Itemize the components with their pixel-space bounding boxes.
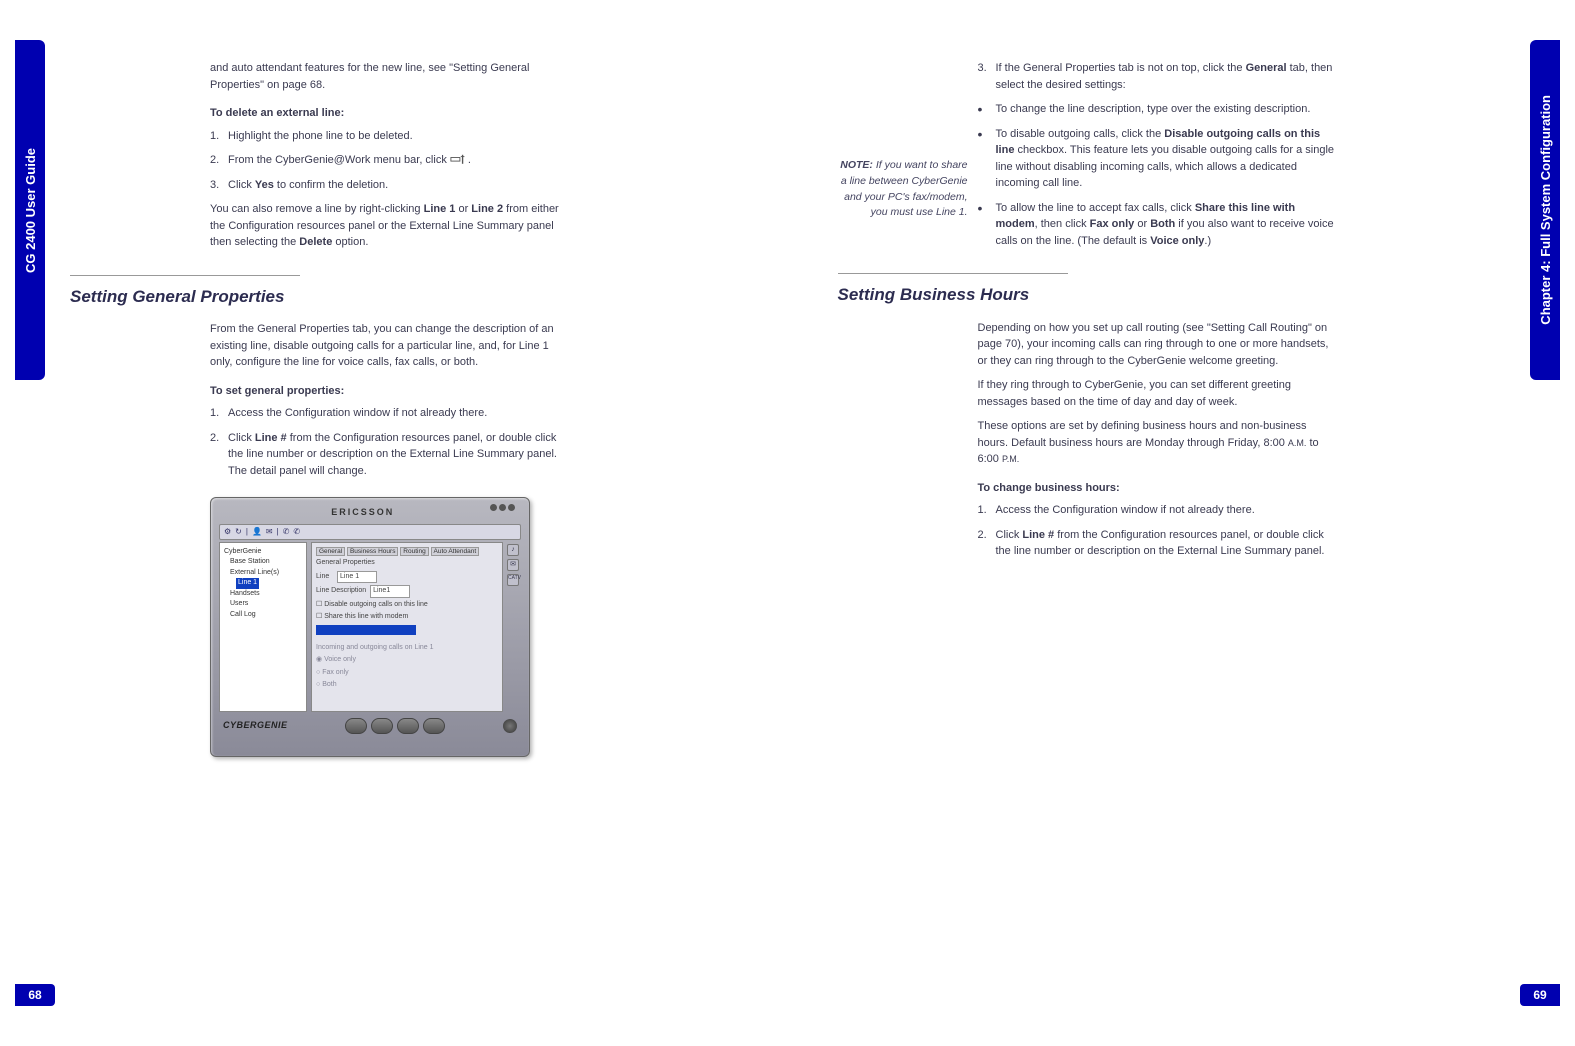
delete-step-3: 3. Click Yes to confirm the deletion.	[210, 177, 570, 194]
change-step-1: 1. Access the Configuration window if no…	[978, 502, 1338, 519]
figure-toolbar: ⚙ ↻ | 👤 ✉ | ✆ ✆	[219, 524, 521, 540]
delete-step-2: 2. From the CyberGenie@Work menu bar, cl…	[210, 152, 570, 169]
right-page-number: 69	[1520, 984, 1560, 1006]
figure-selection-bar	[316, 625, 416, 635]
delete-note-paragraph: You can also remove a line by right-clic…	[210, 201, 570, 251]
business-hours-p3: These options are set by defining busine…	[978, 418, 1338, 468]
toolbar-icon: |	[277, 526, 279, 538]
left-page-number: 68	[15, 984, 55, 1006]
toolbar-icon: ✆	[293, 526, 300, 538]
figure-footer: CYBERGENIE	[219, 718, 521, 734]
margin-note: NOTE: If you want to share a line betwee…	[833, 158, 968, 221]
business-hours-p2: If they ring through to CyberGenie, you …	[978, 377, 1338, 410]
config-window-screenshot: ERICSSON ⚙ ↻ | 👤 ✉ | ✆ ✆ CyberGenie	[210, 497, 530, 757]
left-content: and auto attendant features for the new …	[210, 60, 570, 757]
set-step-1: 1. Access the Configuration window if no…	[210, 405, 570, 422]
toolbar-icon: ✉	[266, 526, 273, 538]
change-hours-heading: To change business hours:	[978, 480, 1338, 497]
bullet-disable-outgoing: • To disable outgoing calls, click the D…	[978, 126, 1338, 192]
figure-footer-buttons	[345, 718, 445, 734]
left-tab-label: CG 2400 User Guide	[23, 148, 38, 273]
toolbar-icon: ✆	[283, 526, 290, 538]
section-title-business-hours: Setting Business Hours	[838, 282, 1338, 308]
toolbar-icon: ⚙	[224, 526, 231, 538]
delete-step-1: 1. Highlight the phone line to be delete…	[210, 128, 570, 145]
section1-paragraph: From the General Properties tab, you can…	[210, 321, 570, 371]
figure-tree: CyberGenie Base Station External Line(s)…	[219, 542, 307, 712]
delete-heading: To delete an external line:	[210, 105, 570, 122]
figure-tabs: General Business Hours Routing Auto Atte…	[316, 547, 498, 557]
business-hours-p1: Depending on how you set up call routing…	[978, 320, 1338, 370]
side-icon: CATV	[507, 574, 519, 586]
page-spread: CG 2400 User Guide 68 and auto attendant…	[0, 0, 1575, 1046]
figure-body: CyberGenie Base Station External Line(s)…	[219, 542, 521, 712]
figure-header: ERICSSON	[219, 506, 521, 520]
left-page: CG 2400 User Guide 68 and auto attendant…	[0, 0, 788, 1046]
side-icon: ✉	[507, 559, 519, 571]
intro-paragraph: and auto attendant features for the new …	[210, 60, 570, 93]
section-title-general-properties: Setting General Properties	[70, 284, 570, 310]
right-content: 3. If the General Properties tab is not …	[978, 60, 1338, 560]
step-3: 3. If the General Properties tab is not …	[978, 60, 1338, 93]
delete-line-icon	[450, 153, 468, 167]
window-control-icons	[490, 504, 515, 511]
toolbar-icon: |	[246, 526, 248, 538]
right-page: Chapter 4: Full System Configuration 69 …	[788, 0, 1575, 1046]
figure-knob-icon	[503, 719, 517, 733]
right-tab-label: Chapter 4: Full System Configuration	[1538, 95, 1553, 325]
section-divider-2	[838, 273, 1068, 274]
left-side-tab: CG 2400 User Guide	[15, 40, 45, 380]
side-icon: ♪	[507, 544, 519, 556]
bullet-share-modem: • To allow the line to accept fax calls,…	[978, 200, 1338, 250]
bullet-change-description: • To change the line description, type o…	[978, 101, 1338, 118]
figure-brand: CYBERGENIE	[223, 719, 288, 733]
ericsson-logo-icon	[399, 508, 409, 518]
toolbar-icon: 👤	[252, 526, 262, 538]
set-heading: To set general properties:	[210, 383, 570, 400]
figure-side-icons: ♪ ✉ CATV	[507, 542, 521, 712]
change-step-2: 2. Click Line # from the Configuration r…	[978, 527, 1338, 560]
toolbar-icon: ↻	[235, 526, 242, 538]
set-step-2: 2. Click Line # from the Configuration r…	[210, 430, 570, 480]
right-side-tab: Chapter 4: Full System Configuration	[1530, 40, 1560, 380]
figure-detail-panel: General Business Hours Routing Auto Atte…	[311, 542, 503, 712]
section-divider	[70, 275, 300, 276]
